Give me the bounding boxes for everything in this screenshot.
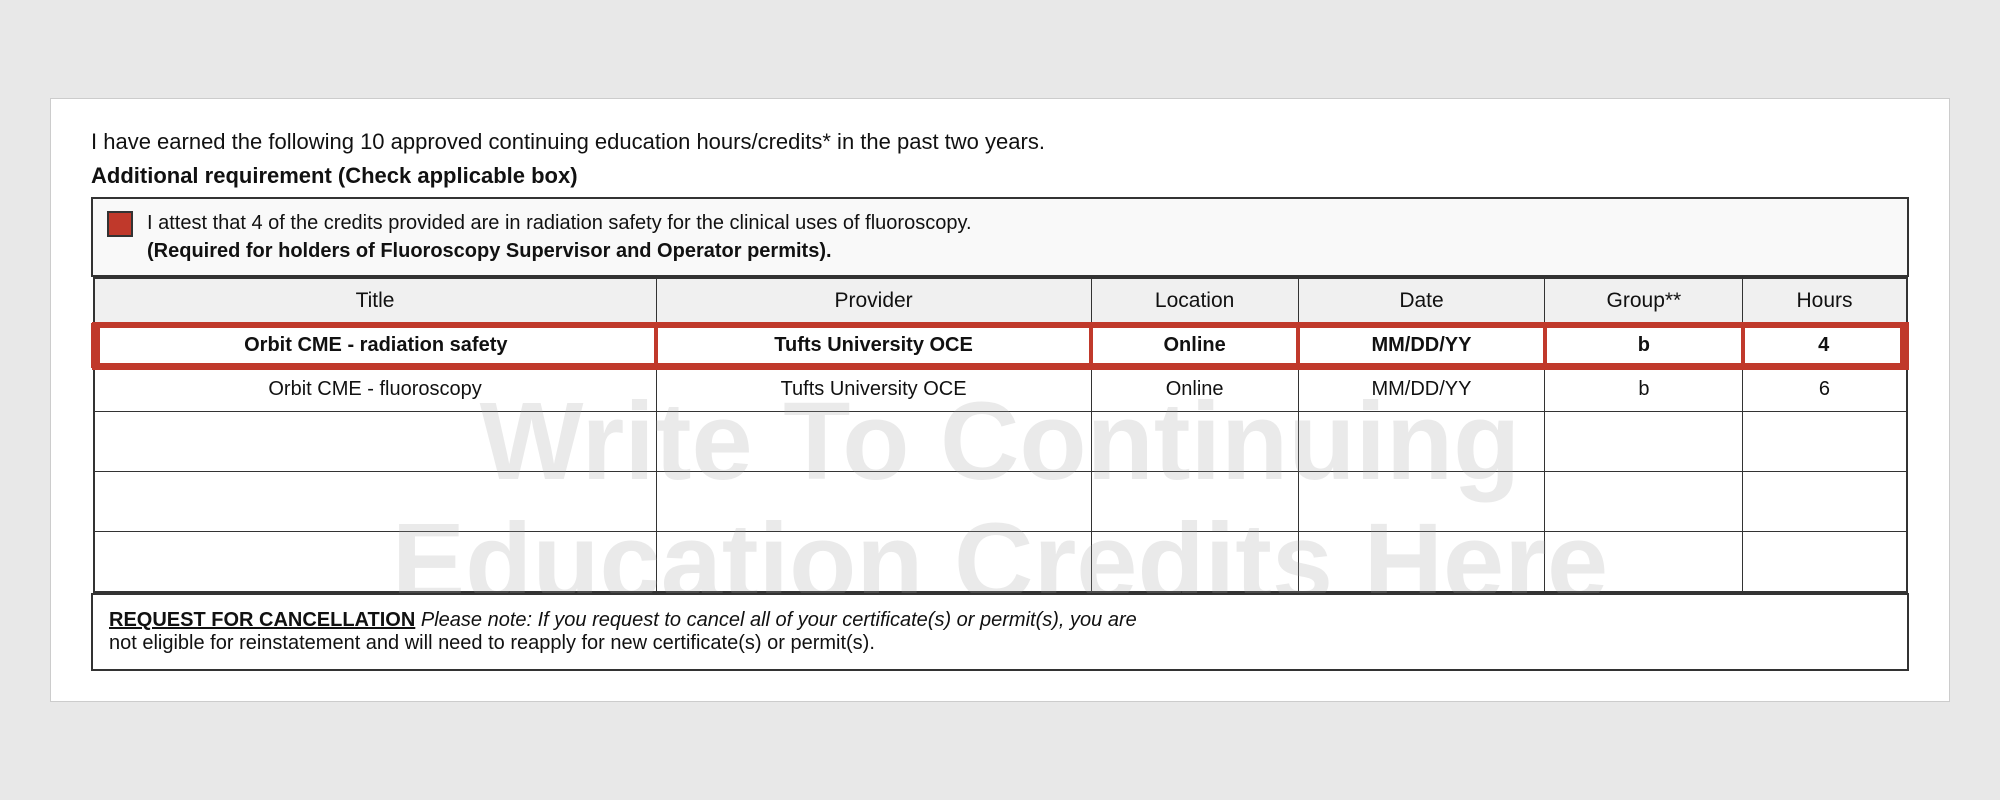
cell-title (94, 412, 657, 472)
cell-date (1298, 532, 1545, 592)
col-location: Location (1091, 278, 1298, 324)
intro-text-2-bold: Additional requirement (Check applicable… (91, 163, 578, 188)
cell-hours: 4 (1743, 324, 1907, 368)
cell-provider: Tufts University OCE (656, 324, 1091, 368)
intro-line1: I have earned the following 10 approved … (91, 129, 1909, 155)
cell-date: MM/DD/YY (1298, 324, 1545, 368)
cell-title (94, 472, 657, 532)
cell-group (1545, 472, 1743, 532)
table-row (94, 472, 1907, 532)
table-row (94, 412, 1907, 472)
cell-hours (1743, 472, 1907, 532)
checkbox-text-normal: I attest that 4 of the credits provided … (147, 212, 972, 234)
col-date: Date (1298, 278, 1545, 324)
cell-date (1298, 472, 1545, 532)
table-row (94, 532, 1907, 592)
intro-text-1: I have earned the following 10 approved … (91, 129, 1045, 154)
col-title: Title (94, 278, 657, 324)
cell-date: MM/DD/YY (1298, 368, 1545, 412)
footer-line2: not eligible for reinstatement and will … (109, 632, 875, 654)
cell-location (1091, 532, 1298, 592)
cell-hours: 6 (1743, 368, 1907, 412)
col-provider: Provider (656, 278, 1091, 324)
footer-label: REQUEST FOR CANCELLATION (109, 609, 415, 631)
checkbox-row: I attest that 4 of the credits provided … (91, 197, 1909, 277)
cell-provider: Tufts University OCE (656, 368, 1091, 412)
cell-title: Orbit CME - radiation safety (94, 324, 657, 368)
table-header-row: Title Provider Location Date Group** Hou… (94, 278, 1907, 324)
checkbox-label: I attest that 4 of the credits provided … (147, 209, 972, 265)
cell-group: b (1545, 368, 1743, 412)
cell-title (94, 532, 657, 592)
cell-provider (656, 532, 1091, 592)
cell-provider (656, 412, 1091, 472)
page-container: I have earned the following 10 approved … (50, 98, 1950, 702)
ce-table: Title Provider Location Date Group** Hou… (91, 277, 1909, 593)
cell-group: b (1545, 324, 1743, 368)
cell-location: Online (1091, 324, 1298, 368)
footer-text: Please note: If you request to cancel al… (421, 609, 1137, 631)
col-hours: Hours (1743, 278, 1907, 324)
cell-group (1545, 412, 1743, 472)
cell-provider (656, 472, 1091, 532)
cell-title: Orbit CME - fluoroscopy (94, 368, 657, 412)
cell-location (1091, 472, 1298, 532)
ce-table-wrapper: Title Provider Location Date Group** Hou… (91, 277, 1909, 593)
checkbox-text-bold: (Required for holders of Fluoroscopy Sup… (147, 240, 832, 262)
table-body: Orbit CME - radiation safetyTufts Univer… (94, 324, 1907, 592)
cell-group (1545, 532, 1743, 592)
footer-section: REQUEST FOR CANCELLATION Please note: If… (91, 593, 1909, 671)
cell-location: Online (1091, 368, 1298, 412)
intro-line2: Additional requirement (Check applicable… (91, 163, 1909, 189)
col-group: Group** (1545, 278, 1743, 324)
cell-hours (1743, 412, 1907, 472)
table-row: Orbit CME - radiation safetyTufts Univer… (94, 324, 1907, 368)
cell-date (1298, 412, 1545, 472)
cell-hours (1743, 532, 1907, 592)
fluoroscopy-checkbox[interactable] (107, 211, 133, 237)
cell-location (1091, 412, 1298, 472)
table-row: Orbit CME - fluoroscopyTufts University … (94, 368, 1907, 412)
